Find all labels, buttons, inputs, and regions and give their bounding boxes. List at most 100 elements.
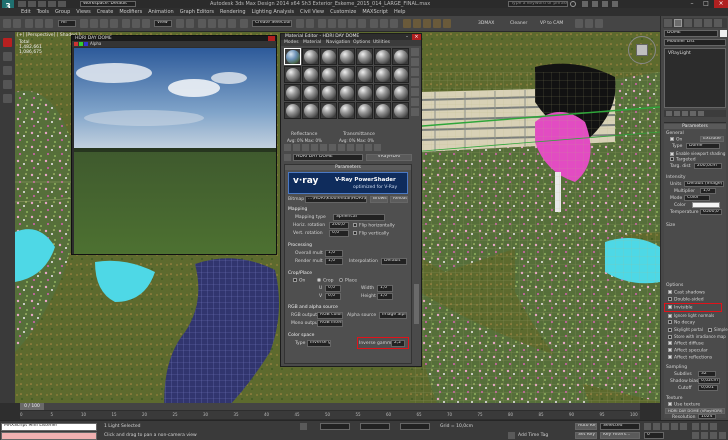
sample-slot[interactable] [338,102,355,119]
material-type-button[interactable]: VRayHDRI [366,154,412,161]
go-forward-sibling-icon[interactable] [374,144,381,151]
interpolation-dropdown[interactable]: Default [381,258,407,265]
menu-civil-view[interactable]: Civil View [297,9,327,15]
show-shaded-material-icon[interactable] [347,144,354,151]
configure-modifier-sets-icon[interactable] [698,111,704,116]
sample-slot[interactable] [356,48,373,65]
show-end-result-icon[interactable] [356,144,363,151]
z-coordinate-field[interactable] [400,423,430,430]
reset-map-icon[interactable] [311,144,318,151]
pick-material-icon[interactable] [284,154,291,161]
menu-help[interactable]: Help [391,9,408,15]
sample-slot[interactable] [338,84,355,101]
communication-center-icon[interactable] [592,1,598,7]
display-tab-icon[interactable] [704,19,712,27]
vray-proxy-icon[interactable] [423,19,431,28]
ribbon-modeling-icon[interactable] [3,38,12,47]
toolbar-3dmax-label[interactable]: 3DMAX [478,21,494,26]
edit-named-selection-icon[interactable] [240,19,248,28]
favorites-icon[interactable] [602,1,608,7]
cutoff-spinner[interactable]: 0,001 [698,385,718,391]
shadow-bias-spinner[interactable]: 0,02cm [698,378,720,384]
zoom-all-icon[interactable] [701,423,708,430]
snaps-toggle-icon[interactable] [198,19,206,28]
alpha-source-dropdown[interactable]: Image alph [379,312,407,319]
assign-material-icon[interactable] [302,144,309,151]
make-unique-stack-icon[interactable] [682,111,688,116]
subscription-icon[interactable] [582,1,588,7]
video-color-check-icon[interactable] [411,88,419,96]
field-of-view-icon[interactable] [692,432,699,439]
selected-dropdown[interactable]: Selected [600,423,640,430]
spinner-snap-icon[interactable] [228,19,236,28]
schematic-view-icon[interactable] [348,19,356,28]
sample-slot[interactable] [392,102,409,119]
quick-access-undo-icon[interactable] [48,1,56,7]
modify-tab-icon[interactable] [674,19,682,27]
double-sided-checkbox[interactable]: Double-sided [668,297,704,303]
object-name-field[interactable]: DOME [664,30,718,37]
current-frame-field[interactable]: 0 [644,432,664,439]
bind-space-warp-icon[interactable] [45,19,53,28]
show-end-result-stack-icon[interactable] [674,111,680,116]
play-icon[interactable] [662,423,669,430]
flip-horizontally-checkbox[interactable]: Flip horizontally [353,223,395,229]
sample-type-icon[interactable] [411,48,419,56]
sample-slot[interactable] [392,48,409,65]
script-button-1-icon[interactable] [575,19,583,28]
select-manipulate-icon[interactable] [186,19,194,28]
sample-slot[interactable] [356,66,373,83]
vray-frame-buffer-icon[interactable] [403,19,411,28]
undo-icon[interactable] [3,19,11,28]
link-icon[interactable] [25,19,33,28]
reference-coordinate-dropdown[interactable]: View [154,20,172,27]
sample-slot[interactable] [302,48,319,65]
me-menu-modes[interactable]: Modes [284,40,299,45]
me-menu-options[interactable]: Options [353,40,370,45]
modifier-list-dropdown[interactable]: Modifier List [664,39,726,46]
viewcube-icon[interactable] [628,36,656,64]
add-time-tag-icon[interactable] [508,432,515,439]
height-spinner[interactable]: 1,0 [377,293,393,300]
menu-customize[interactable]: Customize [327,9,359,15]
width-spinner[interactable]: 1,0 [377,285,393,292]
sample-slot[interactable] [302,102,319,119]
y-coordinate-field[interactable] [360,423,390,430]
make-unique-icon[interactable] [320,144,327,151]
auto-key-button[interactable]: Auto Key [575,423,597,430]
sample-slot[interactable] [374,48,391,65]
color-space-type-dropdown[interactable]: Inverse ga [307,340,331,347]
motion-tab-icon[interactable] [694,19,702,27]
sample-slot[interactable] [320,66,337,83]
workspace-dropdown[interactable]: Workspace: Default [80,1,136,7]
go-to-parent-icon[interactable] [365,144,372,151]
ribbon-populate-icon[interactable] [3,94,12,103]
me-menu-material[interactable]: Material [303,40,321,45]
sample-slot[interactable] [302,84,319,101]
sample-slot[interactable] [320,48,337,65]
go-to-end-icon[interactable] [680,423,687,430]
render-mult-spinner[interactable]: 1,0 [325,258,343,265]
v-spinner[interactable]: 0,0 [325,293,341,300]
multiplier-spinner[interactable]: 1,0 [700,188,716,194]
sample-slot[interactable] [374,84,391,101]
vfb-blue-channel-icon[interactable] [84,42,88,46]
cp-parameters-header[interactable]: Parameters [664,124,726,129]
menu-rendering[interactable]: Rendering [217,9,249,15]
store-irradiance-checkbox[interactable]: Store with irradiance map [668,334,726,339]
affect-diffuse-checkbox[interactable]: Affect diffuse [668,341,704,347]
texture-map-button[interactable]: HDRI DAY DOME (VRayHDRI) [665,408,725,414]
pin-stack-icon[interactable] [666,111,672,116]
sample-slot[interactable] [284,66,301,83]
track-bar[interactable]: 0 5 10 15 20 25 30 35 40 45 50 55 60 65 70 75 80 85 90 95 10… [20,411,640,419]
material-name-field[interactable]: HDRI DAY DOME [293,154,363,161]
time-slider-handle[interactable]: 0 / 100 [20,403,44,410]
mapping-type-dropdown[interactable]: Spherical [333,214,385,221]
mirror-icon[interactable] [296,19,304,28]
browse-button[interactable]: Browse [370,196,388,203]
backlight-icon[interactable] [411,58,419,66]
zoom-icon[interactable] [692,423,699,430]
add-time-tag-label[interactable]: Add Time Tag [518,433,548,438]
sample-slot[interactable] [392,84,409,101]
u-spinner[interactable]: 0,0 [325,285,341,292]
